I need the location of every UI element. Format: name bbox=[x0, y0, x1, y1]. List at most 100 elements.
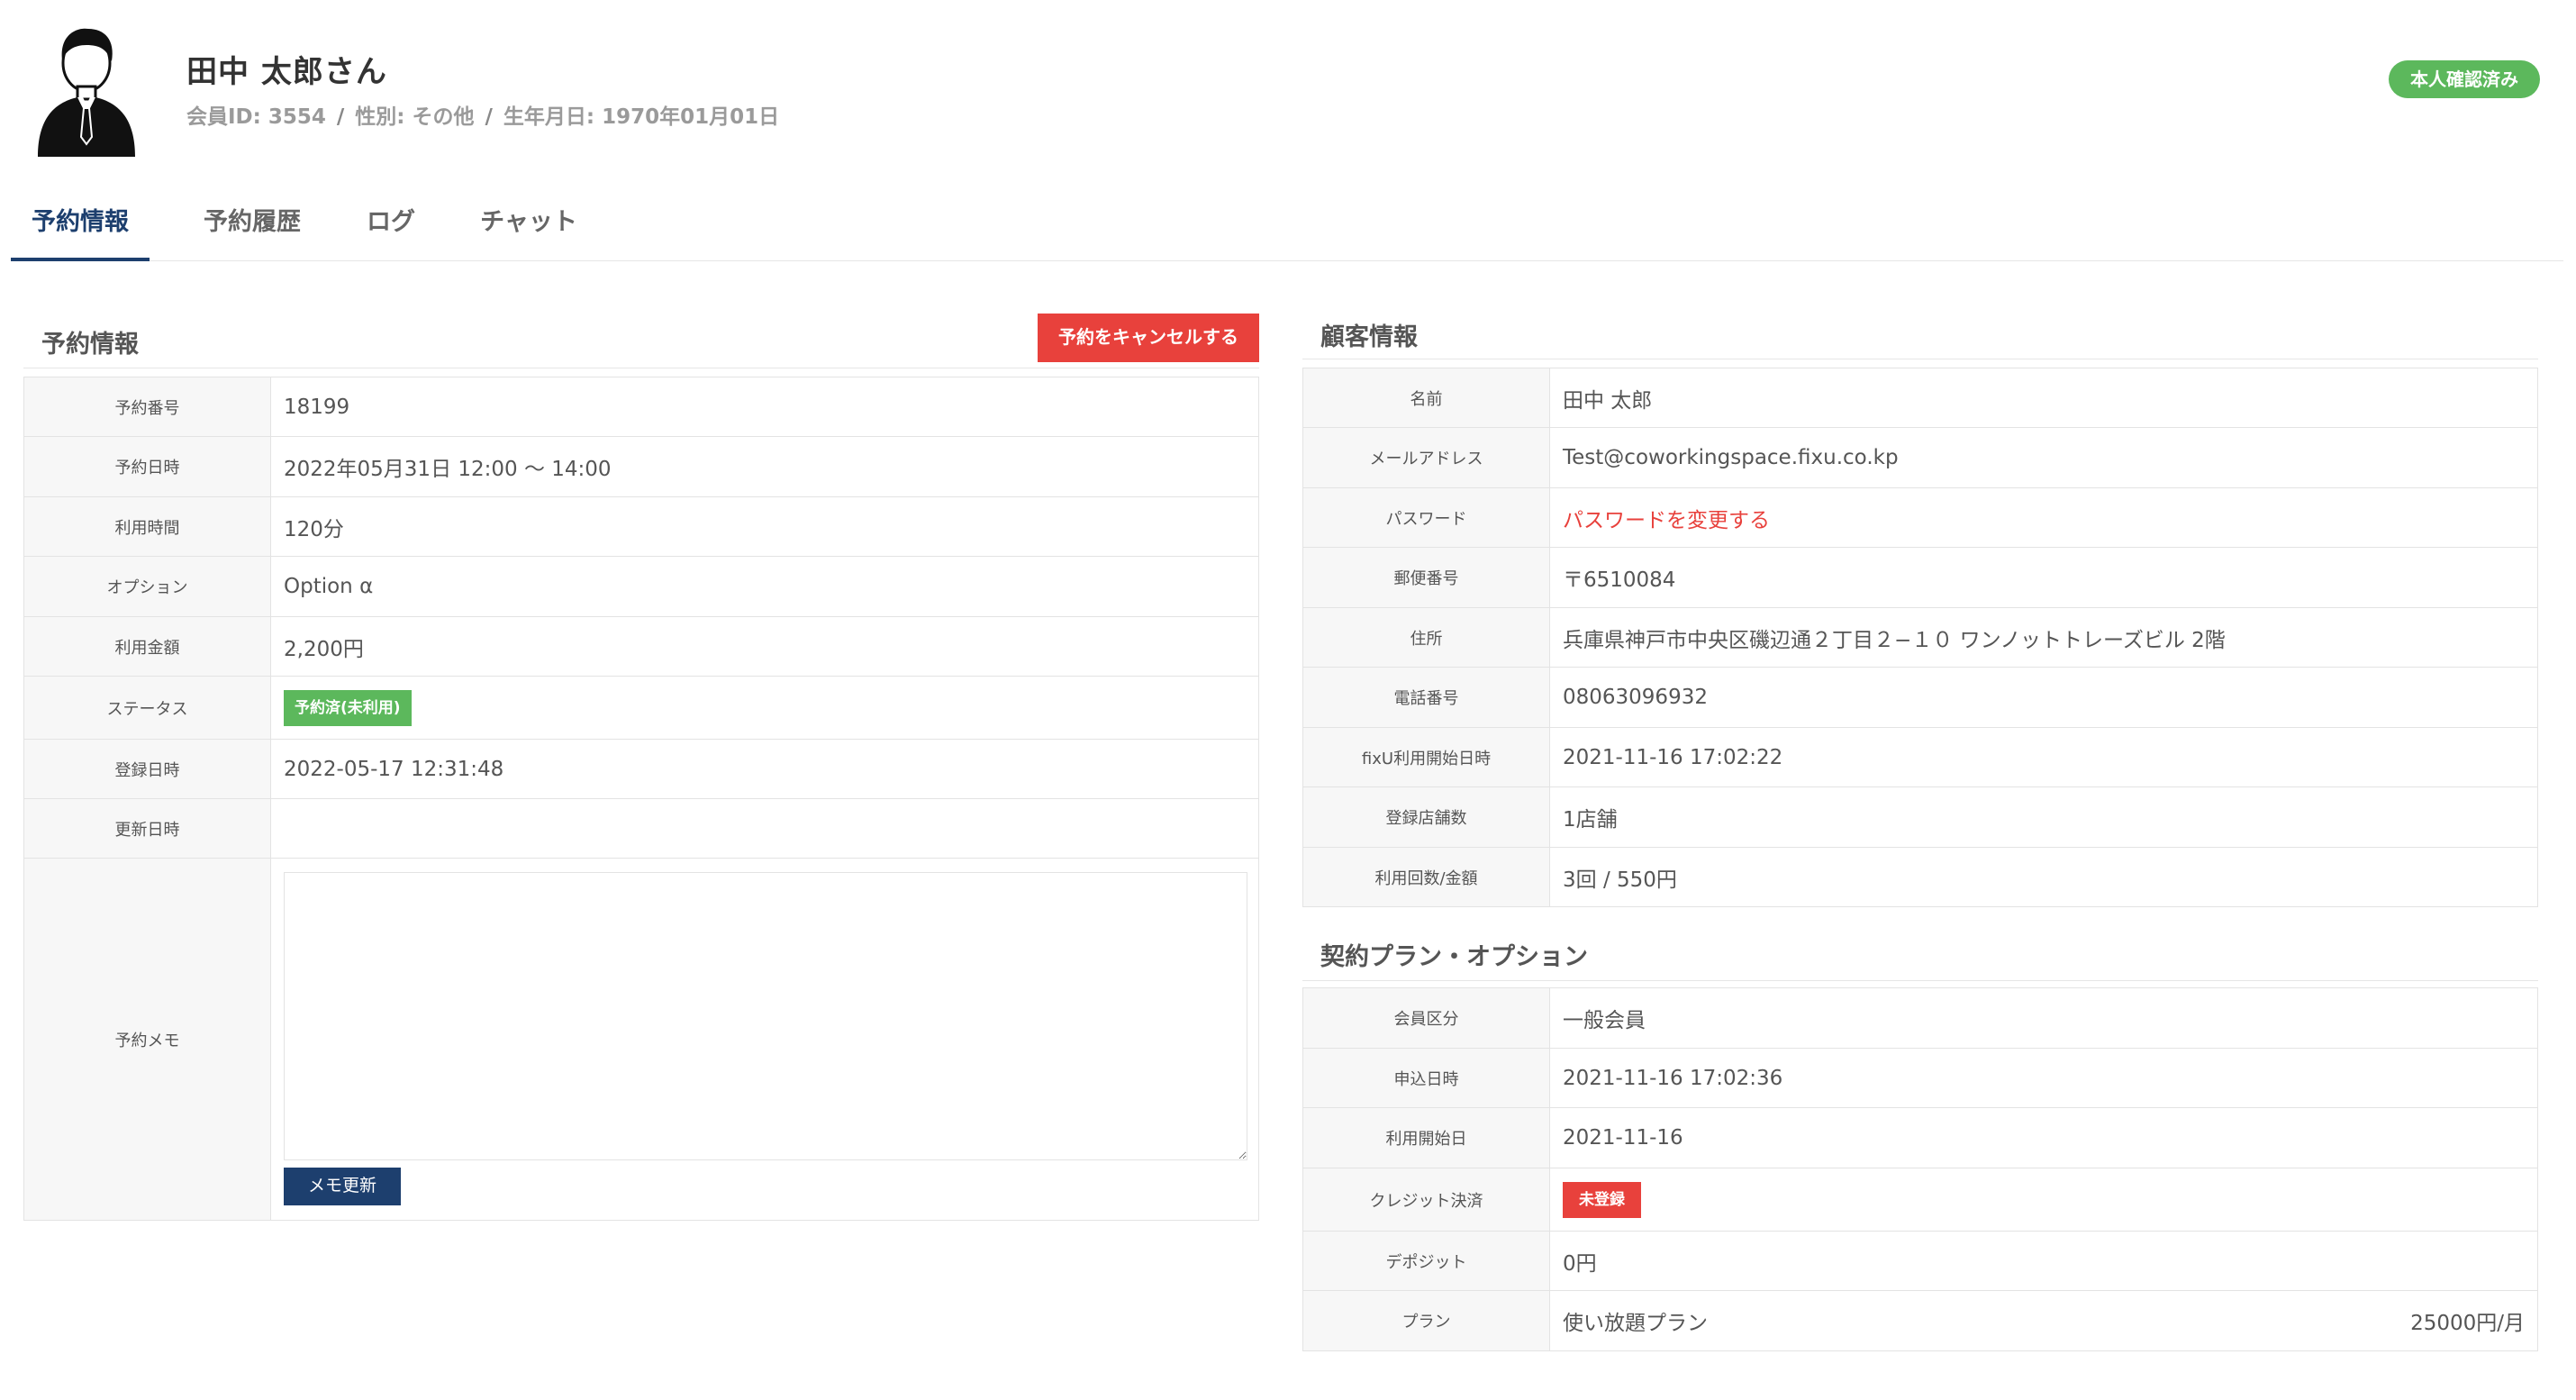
table-row: 電話番号 08063096932 bbox=[1302, 667, 2538, 728]
plan-cell: 使い放題プラン 25000円/月 bbox=[1549, 1290, 2538, 1351]
customer-section-title: 顧客情報 bbox=[1320, 323, 1418, 351]
row-label: ステータス bbox=[23, 676, 271, 740]
option-value: Option α bbox=[270, 556, 1259, 617]
member-id: 会員ID: 3554 bbox=[186, 105, 326, 129]
table-row: 申込日時 2021-11-16 17:02:36 bbox=[1302, 1048, 2538, 1108]
table-row: 予約メモ メモ更新 bbox=[23, 858, 1259, 1221]
usage-amount: 2,200円 bbox=[270, 616, 1259, 677]
tab-chat[interactable]: チャット bbox=[461, 200, 596, 261]
reservation-number: 18199 bbox=[270, 377, 1259, 437]
user-name: 田中 太郎さん bbox=[186, 54, 387, 90]
contract-section-title: 契約プラン・オプション bbox=[1320, 943, 1588, 971]
table-row: 予約番号 18199 bbox=[23, 377, 1259, 437]
tab-reservation-history[interactable]: 予約履歴 bbox=[184, 200, 321, 261]
row-label: 申込日時 bbox=[1302, 1048, 1550, 1108]
row-label: オプション bbox=[23, 556, 271, 617]
registered-datetime: 2022-05-17 12:31:48 bbox=[270, 739, 1259, 799]
customer-table: 名前 田中 太郎 メールアドレス Test@coworkingspace.fix… bbox=[1302, 368, 2538, 907]
row-label: デポジット bbox=[1302, 1231, 1550, 1291]
memo-textarea[interactable] bbox=[284, 871, 1247, 1160]
contract-table: 会員区分 一般会員 申込日時 2021-11-16 17:02:36 利用開始日… bbox=[1302, 987, 2538, 1351]
credit-payment-cell: 未登録 bbox=[1549, 1168, 2538, 1232]
separator: / bbox=[336, 105, 345, 129]
cancel-reservation-button[interactable]: 予約をキャンセルする bbox=[1038, 314, 1259, 362]
row-label: 郵便番号 bbox=[1302, 547, 1550, 608]
status-cell: 予約済(未利用) bbox=[270, 676, 1259, 740]
table-row: 住所 兵庫県神戸市中央区磯辺通２丁目２−１０ ワンノットトレーズビル 2階 bbox=[1302, 607, 2538, 668]
row-label: 予約メモ bbox=[23, 858, 271, 1221]
row-label: 登録店舗数 bbox=[1302, 786, 1550, 848]
table-row: ステータス 予約済(未利用) bbox=[23, 676, 1259, 740]
table-row: 利用回数/金額 3回 / 550円 bbox=[1302, 847, 2538, 907]
birthday: 生年月日: 1970年01月01日 bbox=[503, 105, 780, 129]
row-label: 登録日時 bbox=[23, 739, 271, 799]
row-label: 住所 bbox=[1302, 607, 1550, 668]
plan-name: 使い放題プラン bbox=[1563, 1312, 1708, 1335]
gender: 性別: その他 bbox=[355, 105, 475, 129]
table-row: プラン 使い放題プラン 25000円/月 bbox=[1302, 1290, 2538, 1351]
table-row: 名前 田中 太郎 bbox=[1302, 368, 2538, 428]
divider bbox=[1302, 980, 2538, 981]
application-datetime: 2021-11-16 17:02:36 bbox=[1549, 1048, 2538, 1108]
memo-cell: メモ更新 bbox=[270, 858, 1259, 1221]
store-count: 1店舗 bbox=[1549, 786, 2538, 848]
update-memo-button[interactable]: メモ更新 bbox=[284, 1167, 401, 1205]
table-row: 利用開始日 2021-11-16 bbox=[1302, 1107, 2538, 1168]
user-meta: 会員ID: 3554 / 性別: その他 / 生年月日: 1970年01月01日 bbox=[186, 99, 779, 130]
row-label: 利用回数/金額 bbox=[1302, 847, 1550, 907]
row-label: 会員区分 bbox=[1302, 987, 1550, 1049]
reservation-table: 予約番号 18199 予約日時 2022年05月31日 12:00 〜 14:0… bbox=[23, 377, 1259, 1221]
row-label: 予約番号 bbox=[23, 377, 271, 437]
row-label: 利用金額 bbox=[23, 616, 271, 677]
row-label: 利用開始日 bbox=[1302, 1107, 1550, 1168]
table-row: 会員区分 一般会員 bbox=[1302, 987, 2538, 1049]
row-label: メールアドレス bbox=[1302, 427, 1550, 488]
row-label: 更新日時 bbox=[23, 798, 271, 859]
user-avatar-icon bbox=[38, 28, 135, 157]
row-label: 電話番号 bbox=[1302, 667, 1550, 728]
postal-code: 〒6510084 bbox=[1549, 547, 2538, 608]
credit-status-badge: 未登録 bbox=[1563, 1181, 1641, 1218]
table-row: 郵便番号 〒6510084 bbox=[1302, 547, 2538, 608]
table-row: 登録店舗数 1店舗 bbox=[1302, 786, 2538, 848]
change-password-link[interactable]: パスワードを変更する bbox=[1563, 509, 1770, 532]
address: 兵庫県神戸市中央区磯辺通２丁目２−１０ ワンノットトレーズビル 2階 bbox=[1549, 607, 2538, 668]
fixu-start-datetime: 2021-11-16 17:02:22 bbox=[1549, 727, 2538, 787]
reservation-datetime: 2022年05月31日 12:00 〜 14:00 bbox=[270, 436, 1259, 497]
usage-duration: 120分 bbox=[270, 496, 1259, 557]
table-row: 登録日時 2022-05-17 12:31:48 bbox=[23, 739, 1259, 799]
reservation-section-title: 予約情報 bbox=[41, 331, 139, 359]
plan-row: 使い放題プラン 25000円/月 bbox=[1563, 1305, 2537, 1336]
table-row: 利用金額 2,200円 bbox=[23, 616, 1259, 677]
customer-email: Test@coworkingspace.fixu.co.kp bbox=[1549, 427, 2538, 488]
table-row: クレジット決済 未登録 bbox=[1302, 1168, 2538, 1232]
table-row: デポジット 0円 bbox=[1302, 1231, 2538, 1291]
row-label: 予約日時 bbox=[23, 436, 271, 497]
separator: / bbox=[485, 105, 493, 129]
table-row: 利用時間 120分 bbox=[23, 496, 1259, 557]
tab-bar: 予約情報 予約履歴 ログ チャット bbox=[11, 200, 2563, 261]
plan-price: 25000円/月 bbox=[2410, 1312, 2525, 1335]
row-label: パスワード bbox=[1302, 487, 1550, 548]
row-label: 利用時間 bbox=[23, 496, 271, 557]
phone-number: 08063096932 bbox=[1549, 667, 2538, 728]
table-row: fixU利用開始日時 2021-11-16 17:02:22 bbox=[1302, 727, 2538, 787]
row-label: fixU利用開始日時 bbox=[1302, 727, 1550, 787]
table-row: 更新日時 bbox=[23, 798, 1259, 859]
usage-count-amount: 3回 / 550円 bbox=[1549, 847, 2538, 907]
updated-datetime bbox=[270, 798, 1259, 859]
tab-reservation-info[interactable]: 予約情報 bbox=[11, 200, 150, 261]
row-label: クレジット決済 bbox=[1302, 1168, 1550, 1232]
password-cell: パスワードを変更する bbox=[1549, 487, 2538, 548]
table-row: パスワード パスワードを変更する bbox=[1302, 487, 2538, 548]
member-category: 一般会員 bbox=[1549, 987, 2538, 1049]
deposit: 0円 bbox=[1549, 1231, 2538, 1291]
usage-start-date: 2021-11-16 bbox=[1549, 1107, 2538, 1168]
table-row: メールアドレス Test@coworkingspace.fixu.co.kp bbox=[1302, 427, 2538, 488]
row-label: 名前 bbox=[1302, 368, 1550, 428]
row-label: プラン bbox=[1302, 1290, 1550, 1351]
status-badge: 予約済(未利用) bbox=[284, 689, 412, 726]
table-row: オプション Option α bbox=[23, 556, 1259, 617]
verified-badge: 本人確認済み bbox=[2389, 60, 2540, 98]
tab-log[interactable]: ログ bbox=[344, 200, 438, 261]
